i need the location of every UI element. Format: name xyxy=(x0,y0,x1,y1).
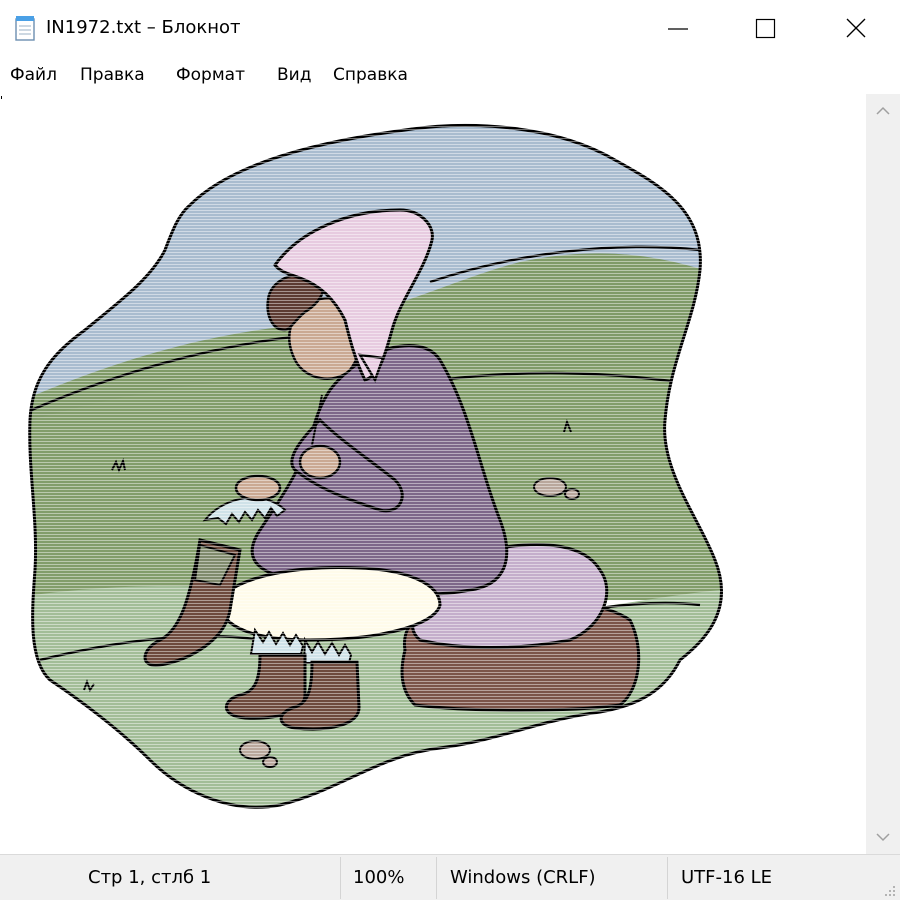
close-icon xyxy=(846,18,866,38)
ascii-art-picture xyxy=(0,94,866,854)
menu-format[interactable]: Формат xyxy=(176,65,245,85)
scroll-down-button[interactable] xyxy=(866,820,900,854)
status-separator xyxy=(340,857,341,899)
vertical-scrollbar[interactable] xyxy=(866,94,900,854)
text-editor-area[interactable] xyxy=(0,94,866,854)
menu-file[interactable]: Файл xyxy=(10,65,57,85)
notepad-icon xyxy=(14,15,36,41)
encoding: UTF-16 LE xyxy=(681,867,773,888)
notepad-window: IN1972.txt – Блокнот Файл Правка Формат … xyxy=(0,0,900,900)
minimize-icon xyxy=(668,28,688,30)
zoom-level: 100% xyxy=(353,867,405,888)
menu-view[interactable]: Вид xyxy=(277,65,311,85)
menu-bar: Файл Правка Формат Вид Справка xyxy=(0,58,900,94)
chevron-up-icon xyxy=(876,106,890,115)
line-ending: Windows (CRLF) xyxy=(450,867,596,888)
status-bar: Стр 1, стлб 1 100% Windows (CRLF) UTF-16… xyxy=(0,854,900,900)
resize-grip-icon[interactable] xyxy=(882,882,896,896)
menu-help[interactable]: Справка xyxy=(333,65,408,85)
menu-edit[interactable]: Правка xyxy=(80,65,145,85)
scroll-up-button[interactable] xyxy=(866,94,900,128)
text-caret xyxy=(1,96,2,99)
close-button[interactable] xyxy=(808,0,900,58)
cursor-position: Стр 1, стлб 1 xyxy=(88,867,212,888)
chevron-down-icon xyxy=(876,833,890,842)
minimize-button[interactable] xyxy=(632,0,724,58)
status-separator xyxy=(667,857,668,899)
title-bar[interactable]: IN1972.txt – Блокнот xyxy=(0,0,900,58)
maximize-icon xyxy=(755,18,776,39)
maximize-button[interactable] xyxy=(720,0,812,58)
status-separator xyxy=(436,857,437,899)
window-title: IN1972.txt – Блокнот xyxy=(46,17,241,38)
